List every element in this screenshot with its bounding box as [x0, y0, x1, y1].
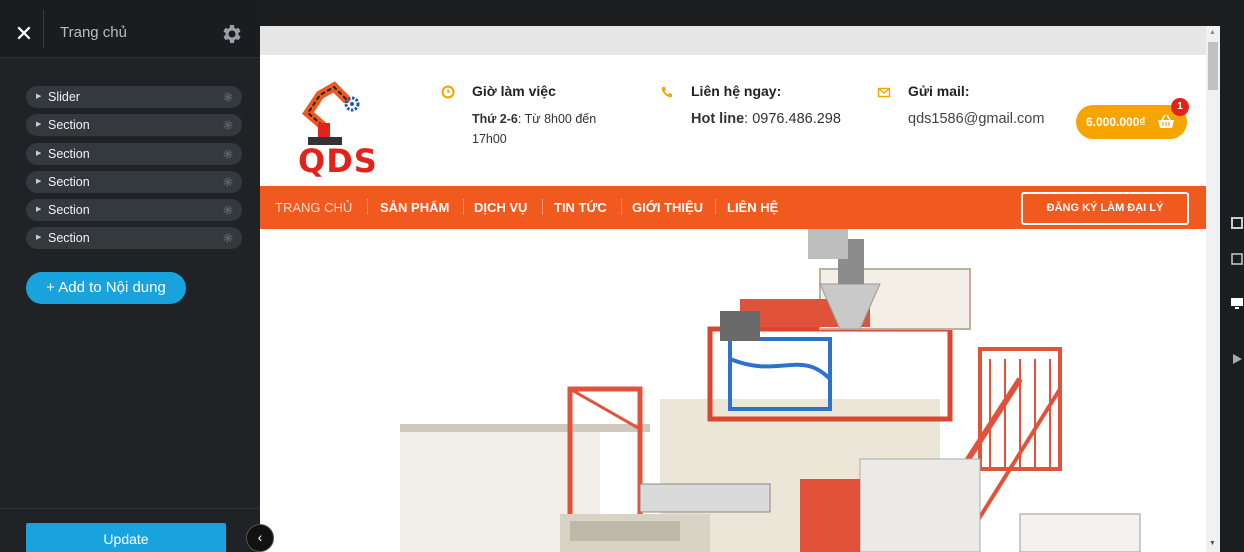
panel-title: Trang chủ — [60, 24, 127, 41]
contact-title: Liên hệ ngay: — [691, 83, 782, 99]
close-icon[interactable]: ✕ — [10, 20, 38, 48]
sidebar-header: ✕ Trang chủ — [0, 0, 260, 58]
gear-icon[interactable] — [222, 148, 234, 160]
hero-slider[interactable] — [260, 229, 1206, 552]
tree-item-label: Section — [48, 146, 90, 161]
header-divider — [43, 10, 44, 48]
tree-item-section[interactable]: ▶ Section — [26, 142, 242, 165]
gear-icon[interactable] — [222, 176, 234, 188]
cart-total: 6.000.000₫ — [1086, 115, 1146, 129]
nav-item-san-pham[interactable]: SẢN PHẨM — [380, 200, 449, 215]
site-preview: QDS Giờ làm việc Thứ 2-6: Từ 8h00 đến 17… — [260, 26, 1220, 552]
nav-item-gioi-thieu[interactable]: GIỚI THIỆU — [632, 200, 703, 215]
hours-text: Thứ 2-6: Từ 8h00 đến 17h00 — [472, 109, 596, 149]
chevron-left-icon[interactable]: ‹ — [246, 524, 274, 552]
gear-icon[interactable] — [222, 119, 234, 131]
hotline-text[interactable]: Hot line: 0976.486.298 — [691, 109, 841, 129]
preview-top-strip — [260, 26, 1206, 55]
tree-item-section[interactable]: ▶ Section — [26, 199, 242, 222]
scroll-down-icon[interactable]: ▼ — [1209, 540, 1216, 547]
phone-icon — [661, 87, 672, 98]
hotline-label: Hot line — [691, 111, 745, 127]
desktop-icon[interactable] — [1230, 296, 1244, 310]
hours-detail-2: 17h00 — [472, 132, 507, 146]
hours-days: Thứ 2-6 — [472, 112, 518, 126]
gear-icon[interactable] — [222, 204, 234, 216]
footer-divider — [0, 508, 260, 509]
hours-title: Giờ làm việc — [472, 83, 556, 99]
mail-address[interactable]: qds1586@gmail.com — [908, 109, 1044, 129]
gear-icon[interactable] — [222, 232, 234, 244]
nav-item-lien-he[interactable]: LIÊN HỆ — [727, 200, 778, 215]
film-blowing-machine-image — [400, 229, 1141, 552]
gear-icon[interactable] — [220, 22, 244, 46]
logo-text: QDS — [298, 142, 378, 180]
expand-triangle-icon: ▶ — [36, 234, 42, 242]
mail-title: Gửi mail: — [908, 83, 970, 99]
element-tree: ▶ Slider ▶ Section ▶ Section ▶ Section ▶ — [26, 86, 242, 256]
tree-item-label: Section — [48, 203, 90, 218]
tablet-icon[interactable] — [1230, 216, 1244, 230]
tree-item-section[interactable]: ▶ Section — [26, 227, 242, 250]
scroll-up-icon[interactable]: ▲ — [1209, 29, 1216, 36]
main-nav: TRANG CHỦ SẢN PHẨM DỊCH VỤ TIN TỨC GIỚI … — [260, 186, 1206, 229]
device-preview-rail — [1220, 26, 1244, 552]
add-to-content-button[interactable]: + Add to Nội dung — [26, 272, 186, 304]
tree-item-section[interactable]: ▶ Section — [26, 170, 242, 193]
tree-item-slider[interactable]: ▶ Slider — [26, 86, 242, 108]
scroll-thumb[interactable] — [1208, 42, 1218, 90]
nav-item-tin-tuc[interactable]: TIN TỨC — [554, 200, 607, 215]
envelope-icon — [877, 87, 891, 98]
nav-item-trang-chu[interactable]: TRANG CHỦ — [275, 200, 352, 215]
gear-icon[interactable] — [222, 91, 234, 103]
hours-detail: : Từ 8h00 đến — [517, 112, 597, 126]
nav-item-dich-vu[interactable]: DỊCH VỤ — [474, 200, 527, 215]
tree-item-label: Section — [48, 118, 90, 133]
nav-separator — [463, 199, 464, 215]
site-header: QDS Giờ làm việc Thứ 2-6: Từ 8h00 đến 17… — [260, 55, 1206, 186]
expand-triangle-icon: ▶ — [36, 206, 42, 214]
tree-item-section[interactable]: ▶ Section — [26, 114, 242, 137]
register-agent-button[interactable]: ĐĂNG KÝ LÀM ĐẠI LÝ — [1021, 192, 1189, 225]
expand-triangle-icon: ▶ — [36, 93, 42, 100]
nav-separator — [367, 199, 368, 215]
nav-separator — [715, 199, 716, 215]
customizer-sidebar: ✕ Trang chủ ▶ Slider ▶ Section ▶ Section — [0, 0, 260, 552]
nav-separator — [621, 199, 622, 215]
basket-icon — [1158, 114, 1174, 128]
expand-triangle-icon: ▶ — [36, 149, 42, 157]
clock-icon — [441, 85, 455, 99]
tree-item-label: Section — [48, 174, 90, 189]
cart-button[interactable]: 6.000.000₫ 1 — [1076, 98, 1189, 139]
mobile-icon[interactable] — [1230, 252, 1244, 266]
tree-item-label: Section — [48, 231, 90, 246]
cart-count-badge: 1 — [1171, 98, 1189, 116]
preview-scrollbar[interactable]: ▲ ▼ — [1206, 26, 1220, 552]
nav-separator — [542, 199, 543, 215]
editor-window: ✕ Trang chủ ▶ Slider ▶ Section ▶ Section — [0, 0, 1244, 552]
update-button[interactable]: Update — [26, 523, 226, 552]
play-icon[interactable] — [1230, 352, 1244, 366]
hotline-value: : 0976.486.298 — [744, 111, 841, 127]
expand-triangle-icon: ▶ — [36, 177, 42, 185]
tree-item-label: Slider — [48, 90, 80, 104]
expand-triangle-icon: ▶ — [36, 121, 42, 129]
